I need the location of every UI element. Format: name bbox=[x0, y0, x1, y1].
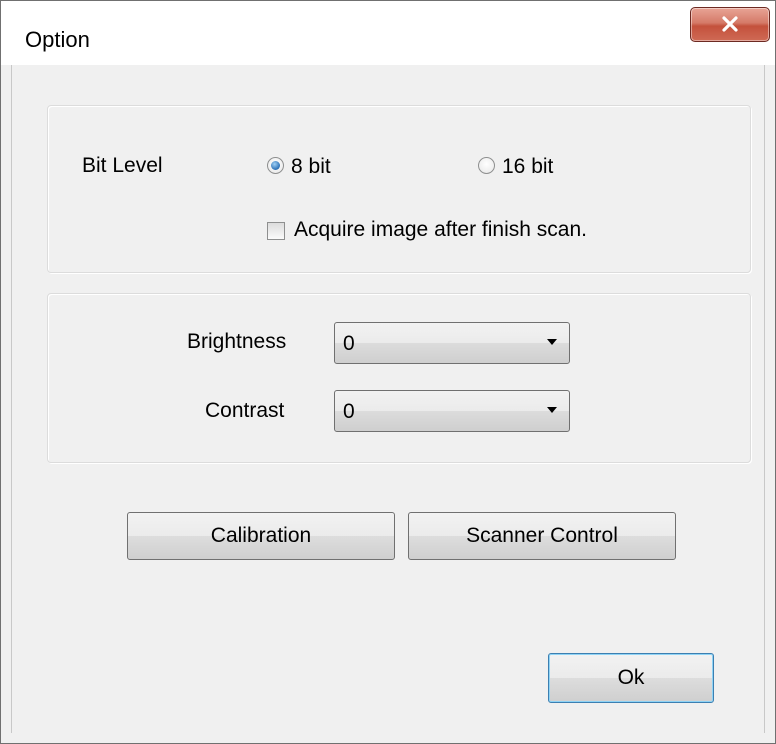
option-dialog: Option Bit Level 8 bit 16 bit Acquire im… bbox=[0, 0, 776, 744]
adjustment-group: Brightness 0 Contrast 0 bbox=[47, 293, 751, 463]
contrast-select[interactable]: 0 bbox=[334, 390, 570, 432]
radio-8-bit[interactable] bbox=[267, 157, 284, 174]
radio-16-bit-label[interactable]: 16 bit bbox=[502, 155, 553, 179]
close-button[interactable] bbox=[690, 7, 770, 42]
chevron-down-icon bbox=[547, 407, 557, 413]
acquire-image-checkbox[interactable] bbox=[267, 222, 285, 240]
acquire-image-label[interactable]: Acquire image after finish scan. bbox=[294, 218, 587, 242]
contrast-value: 0 bbox=[343, 400, 355, 423]
contrast-label: Contrast bbox=[205, 399, 285, 422]
window-title: Option bbox=[25, 27, 90, 52]
brightness-select[interactable]: 0 bbox=[334, 322, 570, 364]
dialog-client-area: Bit Level 8 bit 16 bit Acquire image aft… bbox=[11, 65, 765, 733]
brightness-value: 0 bbox=[343, 332, 355, 355]
radio-16-bit[interactable] bbox=[478, 157, 495, 174]
radio-8-bit-label[interactable]: 8 bit bbox=[291, 155, 331, 179]
chevron-down-icon bbox=[547, 339, 557, 345]
title-bar[interactable]: Option bbox=[1, 1, 775, 65]
bit-level-group: Bit Level 8 bit 16 bit Acquire image aft… bbox=[47, 105, 751, 273]
calibration-button[interactable]: Calibration bbox=[127, 512, 395, 560]
scanner-control-button[interactable]: Scanner Control bbox=[408, 512, 676, 560]
close-icon bbox=[722, 16, 738, 32]
brightness-label: Brightness bbox=[187, 330, 287, 353]
bit-level-label: Bit Level bbox=[82, 154, 163, 177]
ok-button[interactable]: Ok bbox=[548, 653, 714, 703]
